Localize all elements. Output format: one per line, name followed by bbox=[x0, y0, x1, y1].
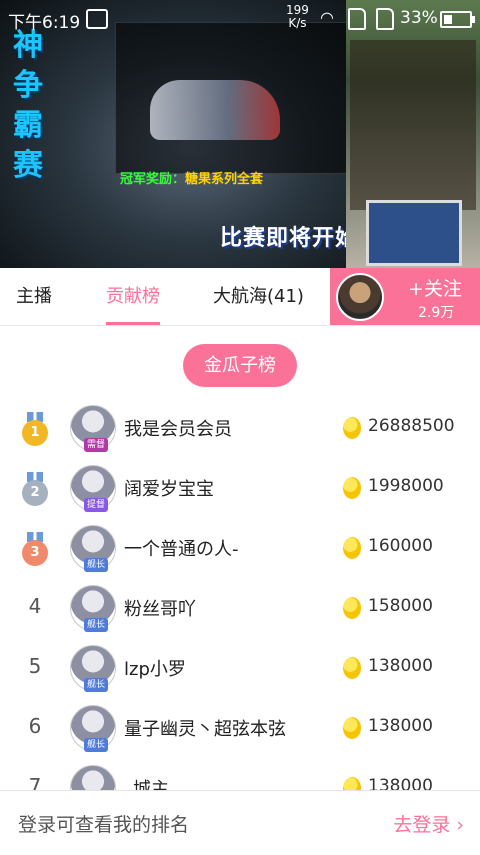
follow-button[interactable]: +关注 2.9万 bbox=[330, 268, 480, 325]
rank-medal-icon: 1 bbox=[22, 412, 48, 446]
guard-badge: 舰长 bbox=[84, 558, 109, 572]
clock: 下午6:19 bbox=[8, 13, 81, 33]
active-tab-indicator bbox=[106, 322, 160, 325]
gold-seed-icon bbox=[343, 717, 361, 739]
contribution-score: 26888500 bbox=[368, 416, 455, 436]
sim1-icon bbox=[348, 8, 366, 30]
user-name: 量子幽灵丶超弦本弦 bbox=[124, 719, 286, 740]
medal-rank-number: 3 bbox=[22, 540, 48, 566]
ranking-row[interactable]: 5 舰长 lzp小罗 138000 bbox=[0, 638, 480, 698]
rank-medal-icon: 3 bbox=[22, 532, 48, 566]
rank-number: 4 bbox=[28, 594, 42, 618]
medal-rank-number: 1 bbox=[22, 420, 48, 446]
contribution-score: 138000 bbox=[368, 716, 433, 736]
laptop-image bbox=[366, 200, 462, 266]
screen-capture-icon bbox=[86, 9, 108, 29]
login-bar: 登录可查看我的排名 去登录 › bbox=[0, 790, 480, 855]
user-name: 一个普通の人- bbox=[124, 539, 239, 560]
login-link[interactable]: 去登录 › bbox=[393, 810, 464, 837]
streamer-side-view bbox=[346, 0, 480, 268]
gold-seed-rank-button[interactable]: 金瓜子榜 bbox=[183, 344, 297, 387]
live-video-player[interactable]: 神争霸赛 冠军奖励：糖果系列全套 比赛即将开始 下午6:19 199 K/s ◠… bbox=[0, 0, 480, 268]
rank-medal-icon: 2 bbox=[22, 472, 48, 506]
gold-seed-icon bbox=[343, 417, 361, 439]
prize-label: 冠军奖励： bbox=[120, 172, 186, 187]
gold-seed-icon bbox=[343, 657, 361, 679]
follow-label: +关注 bbox=[408, 278, 462, 300]
user-name: 阔爱岁宝宝 bbox=[124, 479, 214, 500]
tab-contribution[interactable]: 贡献榜 bbox=[106, 268, 160, 325]
follower-count: 2.9万 bbox=[418, 305, 455, 321]
contribution-score: 160000 bbox=[368, 536, 433, 556]
user-name: lzp小罗 bbox=[124, 659, 186, 680]
tab-guard[interactable]: 大航海(41) bbox=[213, 268, 304, 325]
login-hint: 登录可查看我的排名 bbox=[18, 814, 190, 836]
medal-rank-number: 2 bbox=[22, 480, 48, 506]
guard-badge: 舰长 bbox=[84, 738, 109, 752]
streamer-avatar[interactable] bbox=[336, 273, 384, 321]
rank-number: 6 bbox=[28, 714, 42, 738]
battery-percent: 33% bbox=[400, 8, 438, 28]
network-speed-value: 199 bbox=[286, 3, 309, 17]
user-name: 粉丝哥吖 bbox=[124, 599, 196, 620]
battery-fill bbox=[444, 15, 452, 24]
system-status-bar: 下午6:19 199 K/s ◠ 33% bbox=[0, 0, 480, 36]
contribution-score: 1998000 bbox=[368, 476, 444, 496]
prize-value: 糖果系列全套 bbox=[185, 172, 264, 187]
rank-number: 5 bbox=[28, 654, 42, 678]
tab-anchor[interactable]: 主播 bbox=[16, 268, 52, 325]
guard-badge: 提督 bbox=[84, 498, 109, 512]
guard-badge: 需督 bbox=[84, 438, 109, 452]
gold-seed-icon bbox=[343, 477, 361, 499]
ranking-row[interactable]: 1 需督 我是会员会员 26888500 bbox=[0, 398, 480, 458]
user-name: 我是会员会员 bbox=[124, 419, 232, 440]
network-speed-unit: K/s bbox=[288, 16, 307, 30]
network-speed: 199 K/s bbox=[286, 4, 309, 30]
danmaku-chat-overlay bbox=[350, 40, 476, 210]
prize-text: 冠军奖励：糖果系列全套 bbox=[120, 168, 263, 187]
race-car-image bbox=[150, 80, 280, 140]
sim2-icon bbox=[376, 8, 394, 30]
guard-badge: 舰长 bbox=[84, 678, 109, 692]
wifi-icon: ◠ bbox=[320, 8, 334, 27]
ranking-row[interactable]: 2 提督 阔爱岁宝宝 1998000 bbox=[0, 458, 480, 518]
match-starting-caption: 比赛即将开始 bbox=[220, 226, 359, 251]
event-title-calligraphy: 神争霸赛 bbox=[13, 28, 43, 183]
guard-badge: 舰长 bbox=[84, 618, 109, 632]
ranking-row[interactable]: 6 舰长 量子幽灵丶超弦本弦 138000 bbox=[0, 698, 480, 758]
ranking-row[interactable]: 3 舰长 一个普通の人- 160000 bbox=[0, 518, 480, 578]
gold-seed-icon bbox=[343, 597, 361, 619]
gold-seed-icon bbox=[343, 537, 361, 559]
ranking-row[interactable]: 4 舰长 粉丝哥吖 158000 bbox=[0, 578, 480, 638]
contribution-score: 158000 bbox=[368, 596, 433, 616]
battery-icon bbox=[440, 11, 475, 28]
contribution-score: 138000 bbox=[368, 656, 433, 676]
